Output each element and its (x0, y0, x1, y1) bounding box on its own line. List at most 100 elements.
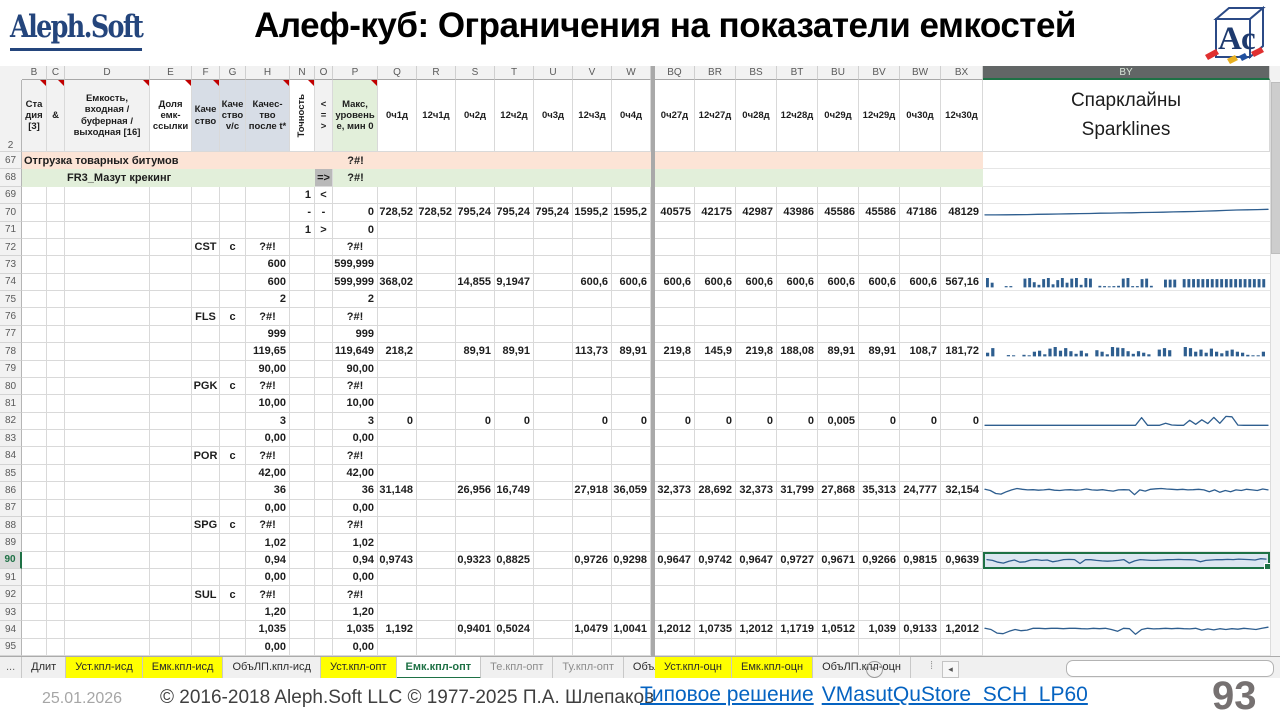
column-header-C[interactable]: C (47, 66, 65, 80)
cell-W79[interactable] (612, 361, 651, 378)
cell-D71[interactable] (65, 222, 150, 239)
cell-Q83[interactable] (378, 430, 417, 447)
cell-H88[interactable]: ?#! (246, 517, 290, 534)
cell-H90[interactable]: 0,94 (246, 552, 290, 569)
cell-U70[interactable]: 795,24 (534, 204, 573, 221)
cell-O91[interactable] (315, 569, 333, 586)
cell-C82[interactable] (47, 413, 65, 430)
cell-H72[interactable]: ?#! (246, 239, 290, 256)
cell-C69[interactable] (47, 187, 65, 204)
cell-BS76[interactable] (736, 308, 777, 325)
cell-BR82[interactable]: 0 (695, 413, 736, 430)
cell-BT78[interactable]: 188,08 (777, 343, 818, 360)
cell-BS85[interactable] (736, 465, 777, 482)
cell-V87[interactable] (573, 500, 612, 517)
cell-Q92[interactable] (378, 586, 417, 603)
header-cell-E[interactable]: Доля емк-ссылки (150, 80, 192, 152)
cell-G70[interactable] (220, 204, 246, 221)
cell-Q79[interactable] (378, 361, 417, 378)
sheet-tab-обълп.кпл-исд[interactable]: ОбъЛП.кпл-исд (223, 657, 320, 679)
cell-B89[interactable] (22, 534, 47, 551)
cell-N95[interactable] (290, 639, 315, 656)
cell-W83[interactable] (612, 430, 651, 447)
cell-BY79[interactable] (983, 361, 1270, 378)
cell-D92[interactable] (65, 586, 150, 603)
cell-BW81[interactable] (900, 395, 941, 412)
cell-B70[interactable] (22, 204, 47, 221)
cell-BU93[interactable] (818, 604, 859, 621)
cell-O75[interactable] (315, 291, 333, 308)
cell-S93[interactable] (456, 604, 495, 621)
cell-BX77[interactable] (941, 326, 983, 343)
cell-P89[interactable]: 1,02 (333, 534, 378, 551)
cell-N73[interactable] (290, 256, 315, 273)
cell-F82[interactable] (192, 413, 220, 430)
cell-G78[interactable] (220, 343, 246, 360)
cell-S81[interactable] (456, 395, 495, 412)
cell-S88[interactable] (456, 517, 495, 534)
cell-BR84[interactable] (695, 447, 736, 464)
cell-B69[interactable] (22, 187, 47, 204)
row-number-93[interactable]: 93 (0, 604, 22, 621)
cell-BQ92[interactable] (655, 586, 695, 603)
cell-BV70[interactable]: 45586 (859, 204, 900, 221)
cell-N92[interactable] (290, 586, 315, 603)
cell-P77[interactable]: 999 (333, 326, 378, 343)
cell-S91[interactable] (456, 569, 495, 586)
cell-H77[interactable]: 999 (246, 326, 290, 343)
cell-S89[interactable] (456, 534, 495, 551)
cell-B83[interactable] (22, 430, 47, 447)
cell-BU94[interactable]: 1,0512 (818, 621, 859, 638)
cell-F89[interactable] (192, 534, 220, 551)
cell-W68[interactable] (612, 169, 651, 186)
row-number-88[interactable]: 88 (0, 517, 22, 534)
cell-BX81[interactable] (941, 395, 983, 412)
cell-BR71[interactable] (695, 222, 736, 239)
cell-F78[interactable] (192, 343, 220, 360)
cell-B71[interactable] (22, 222, 47, 239)
column-header-BV[interactable]: BV (859, 66, 900, 80)
cell-BV74[interactable]: 600,6 (859, 274, 900, 291)
cell-BX94[interactable]: 1,2012 (941, 621, 983, 638)
cell-BT71[interactable] (777, 222, 818, 239)
cell-P87[interactable]: 0,00 (333, 500, 378, 517)
vertical-scrollbar-thumb[interactable] (1271, 82, 1280, 254)
cell-R87[interactable] (417, 500, 456, 517)
cell-BR79[interactable] (695, 361, 736, 378)
cell-BQ74[interactable]: 600,6 (655, 274, 695, 291)
cell-BT79[interactable] (777, 361, 818, 378)
cell-F69[interactable] (192, 187, 220, 204)
header-cell-BQ[interactable]: 0ч27д (655, 80, 695, 152)
cell-E73[interactable] (150, 256, 192, 273)
cell-E93[interactable] (150, 604, 192, 621)
cell-O92[interactable] (315, 586, 333, 603)
header-cell-G[interactable]: Каче ство v/c (220, 80, 246, 152)
cell-O95[interactable] (315, 639, 333, 656)
cell-W94[interactable]: 1,0041 (612, 621, 651, 638)
cell-BS80[interactable] (736, 378, 777, 395)
cell-BS93[interactable] (736, 604, 777, 621)
header-cell-H[interactable]: Качес- тво после t* (246, 80, 290, 152)
cell-V81[interactable] (573, 395, 612, 412)
cell-BX72[interactable] (941, 239, 983, 256)
cell-T73[interactable] (495, 256, 534, 273)
cell-BX82[interactable]: 0 (941, 413, 983, 430)
sheet-tab-обълп.кпл-оцн[interactable]: ОбъЛП.кпл-оцн (813, 657, 911, 679)
cell-U93[interactable] (534, 604, 573, 621)
sparkline-line-90[interactable] (983, 552, 1270, 569)
cell-BV68[interactable] (859, 169, 900, 186)
cell-BS94[interactable]: 1,2012 (736, 621, 777, 638)
cell-BU81[interactable] (818, 395, 859, 412)
cell-O69[interactable]: < (315, 187, 333, 204)
cell-BY91[interactable] (983, 569, 1270, 586)
header-cell-BT[interactable]: 12ч28д (777, 80, 818, 152)
cell-BU87[interactable] (818, 500, 859, 517)
cell-F81[interactable] (192, 395, 220, 412)
cell-U83[interactable] (534, 430, 573, 447)
cell-H92[interactable]: ?#! (246, 586, 290, 603)
column-header-U[interactable]: U (534, 66, 573, 80)
cell-B88[interactable] (22, 517, 47, 534)
cell-V85[interactable] (573, 465, 612, 482)
row-number-86[interactable]: 86 (0, 482, 22, 499)
cell-BS90[interactable]: 0,9647 (736, 552, 777, 569)
